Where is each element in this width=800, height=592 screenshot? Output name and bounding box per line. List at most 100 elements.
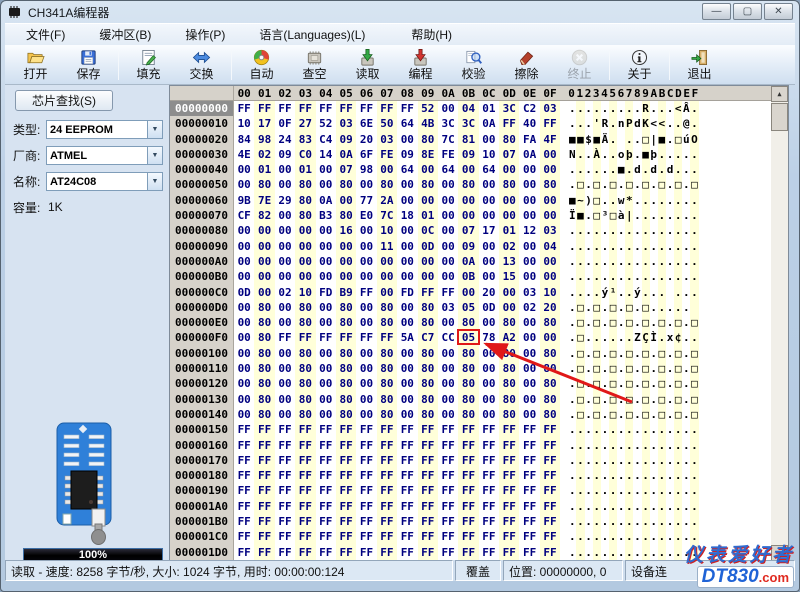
ascii-char-cell[interactable]: ý — [601, 285, 609, 300]
hex-byte-cell[interactable]: 00 — [519, 269, 539, 284]
ascii-char-cell[interactable]: . — [682, 529, 690, 544]
ascii-char-cell[interactable]: < — [674, 101, 682, 116]
ascii-char-cell[interactable]: . — [617, 254, 625, 269]
ascii-char-cell[interactable]: □ — [658, 407, 666, 422]
hex-byte-cell[interactable]: FF — [316, 545, 336, 560]
hex-byte-cell[interactable]: 2A — [377, 193, 397, 208]
ascii-char-cell[interactable]: . — [633, 132, 641, 147]
ascii-char-cell[interactable]: . — [674, 239, 682, 254]
hex-byte-cell[interactable]: FF — [275, 545, 295, 560]
ascii-char-cell[interactable]: . — [601, 407, 609, 422]
ascii-char-cell[interactable]: . — [674, 529, 682, 544]
ascii-char-cell[interactable]: . — [690, 223, 698, 238]
ascii-char-cell[interactable]: . — [617, 392, 625, 407]
hex-byte-cell[interactable]: B3 — [316, 208, 336, 223]
hex-byte-cell[interactable]: FF — [418, 529, 438, 544]
ascii-char-cell[interactable]: . — [682, 407, 690, 422]
ascii-char-cell[interactable]: . — [658, 468, 666, 483]
hex-byte-cell[interactable]: 3C — [438, 116, 458, 131]
ascii-char-cell[interactable]: . — [568, 545, 576, 560]
ascii-char-cell[interactable]: . — [601, 147, 609, 162]
hex-byte-cell[interactable]: FF — [377, 545, 397, 560]
ascii-char-cell[interactable]: . — [666, 514, 674, 529]
ascii-char-cell[interactable]: . — [633, 346, 641, 361]
hex-byte-cell[interactable]: 09 — [397, 147, 417, 162]
hex-byte-cell[interactable]: 00 — [499, 193, 519, 208]
hex-byte-cell[interactable]: 80 — [499, 315, 519, 330]
ascii-char-cell[interactable]: □ — [593, 193, 601, 208]
ascii-char-cell[interactable]: . — [650, 545, 658, 560]
ascii-char-cell[interactable]: ³ — [601, 208, 609, 223]
hex-byte-cell[interactable]: 80 — [295, 315, 315, 330]
ascii-char-cell[interactable]: . — [568, 376, 576, 391]
ascii-char-cell[interactable]: . — [617, 300, 625, 315]
vendor-select[interactable]: ATMEL▼ — [46, 146, 163, 165]
ascii-char-cell[interactable]: . — [682, 285, 690, 300]
hex-byte-cell[interactable]: FF — [336, 422, 356, 437]
ascii-char-cell[interactable]: . — [617, 529, 625, 544]
hex-byte-cell[interactable]: 80 — [458, 315, 478, 330]
hex-byte-cell[interactable]: 00 — [519, 239, 539, 254]
ascii-char-cell[interactable]: □ — [609, 376, 617, 391]
ascii-char-cell[interactable]: . — [690, 438, 698, 453]
hex-byte-cell[interactable]: FF — [458, 514, 478, 529]
hex-byte-cell[interactable]: FF — [418, 453, 438, 468]
ascii-char-cell[interactable]: . — [593, 239, 601, 254]
ascii-char-cell[interactable]: . — [642, 285, 650, 300]
ascii-char-cell[interactable]: . — [617, 483, 625, 498]
hex-byte-cell[interactable]: FF — [254, 422, 274, 437]
ascii-char-cell[interactable]: . — [666, 468, 674, 483]
ascii-char-cell[interactable]: . — [682, 239, 690, 254]
hex-byte-cell[interactable]: 80 — [458, 407, 478, 422]
hex-byte-cell[interactable]: FF — [356, 499, 376, 514]
hex-byte-cell[interactable]: 01 — [295, 162, 315, 177]
hex-byte-cell[interactable]: 80 — [499, 361, 519, 376]
hex-byte-cell[interactable]: FF — [499, 453, 519, 468]
hex-byte-cell[interactable]: 00 — [316, 315, 336, 330]
hex-byte-cell[interactable]: FF — [479, 422, 499, 437]
ascii-char-cell[interactable]: . — [625, 453, 633, 468]
hex-byte-cell[interactable]: 00 — [234, 407, 254, 422]
hex-byte-cell[interactable]: 00 — [356, 177, 376, 192]
ascii-char-cell[interactable]: ■ — [576, 208, 584, 223]
ascii-char-cell[interactable]: ■ — [593, 132, 601, 147]
ascii-char-cell[interactable]: . — [601, 514, 609, 529]
hex-byte-cell[interactable]: 40 — [519, 116, 539, 131]
ascii-char-cell[interactable]: . — [585, 162, 593, 177]
ascii-char-cell[interactable]: □ — [690, 315, 698, 330]
ascii-char-cell[interactable]: . — [601, 545, 609, 560]
ascii-char-cell[interactable]: . — [666, 376, 674, 391]
hex-byte-cell[interactable]: FF — [499, 514, 519, 529]
hex-byte-cell[interactable]: FF — [234, 529, 254, 544]
ascii-char-cell[interactable]: . — [609, 162, 617, 177]
menu-item-help[interactable]: 帮助(H) — [400, 24, 463, 45]
ascii-char-cell[interactable]: . — [682, 300, 690, 315]
hex-byte-cell[interactable]: 9B — [234, 193, 254, 208]
ascii-char-cell[interactable]: . — [609, 239, 617, 254]
hex-byte-cell[interactable]: 00 — [234, 330, 254, 345]
hex-byte-cell[interactable]: FF — [540, 438, 560, 453]
ascii-char-cell[interactable]: . — [609, 254, 617, 269]
ascii-char-cell[interactable]: □ — [625, 376, 633, 391]
hex-byte-cell[interactable]: 52 — [316, 116, 336, 131]
ascii-char-cell[interactable]: P — [625, 116, 633, 131]
hex-byte-cell[interactable]: 00 — [336, 193, 356, 208]
hex-byte-cell[interactable]: FF — [479, 545, 499, 560]
hex-byte-cell[interactable]: 00 — [316, 223, 336, 238]
ascii-char-cell[interactable]: . — [585, 453, 593, 468]
hex-byte-cell[interactable]: 04 — [458, 101, 478, 116]
ascii-char-cell[interactable]: . — [658, 269, 666, 284]
hex-byte-cell[interactable]: 00 — [397, 132, 417, 147]
ascii-char-cell[interactable]: . — [633, 208, 641, 223]
hex-byte-cell[interactable]: 80 — [499, 132, 519, 147]
hex-byte-cell[interactable]: 80 — [336, 392, 356, 407]
ascii-char-cell[interactable]: . — [633, 300, 641, 315]
ascii-char-cell[interactable]: . — [609, 147, 617, 162]
ascii-char-cell[interactable]: ý — [633, 285, 641, 300]
ascii-char-cell[interactable]: . — [576, 162, 584, 177]
hex-byte-cell[interactable]: FA — [519, 132, 539, 147]
ascii-char-cell[interactable]: . — [568, 468, 576, 483]
hex-byte-cell[interactable]: 00 — [356, 223, 376, 238]
ascii-char-cell[interactable]: . — [593, 468, 601, 483]
ascii-char-cell[interactable]: . — [690, 529, 698, 544]
